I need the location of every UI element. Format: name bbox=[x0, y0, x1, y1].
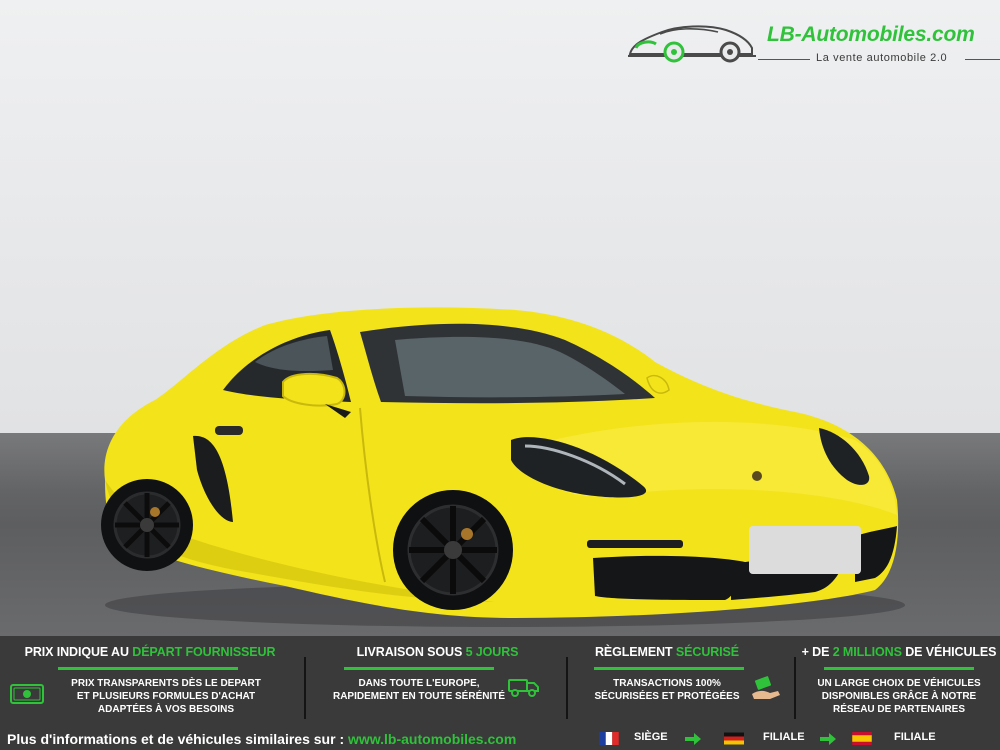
divider bbox=[566, 657, 568, 719]
delivery-truck-icon bbox=[508, 679, 539, 697]
location-label: FILIALE bbox=[894, 731, 936, 743]
feature-title: PRIX INDIQUE AU DÉPART FOURNISSEUR bbox=[24, 645, 276, 659]
feature-title: LIVRAISON SOUS 5 JOURS bbox=[356, 645, 519, 659]
website-link[interactable]: www.lb-automobiles.com bbox=[348, 731, 516, 747]
feature-description: PRIX TRANSPARENTS DÈS LE DEPART ET PLUSI… bbox=[71, 678, 261, 715]
france-flag-icon bbox=[599, 732, 619, 745]
location-label: FILIALE bbox=[763, 731, 805, 743]
feature-description: DANS TOUTE L'EUROPE, RAPIDEMENT EN TOUTE… bbox=[332, 678, 506, 702]
divider bbox=[304, 657, 306, 719]
more-info-text: Plus d'informations et de véhicules simi… bbox=[7, 731, 517, 747]
arrow-right-icon bbox=[820, 733, 836, 745]
feature-title: + DE 2 MILLIONS DE VÉHICULES bbox=[801, 645, 997, 659]
location-label: SIÈGE bbox=[634, 731, 668, 743]
car-logo-icon bbox=[628, 25, 756, 63]
feature-vehicle-choice: + DE 2 MILLIONS DE VÉHICULES UN LARGE CH… bbox=[798, 636, 1000, 724]
secure-payment-icon bbox=[752, 676, 780, 699]
brand-name: LB-Automobiles.com bbox=[767, 23, 975, 46]
feature-description: TRANSACTIONS 100% SÉCURISÉES ET PROTÉGÉE… bbox=[594, 678, 740, 702]
germany-flag-icon bbox=[724, 732, 744, 745]
feature-supplier-price: PRIX INDIQUE AU DÉPART FOURNISSEUR PRIX … bbox=[0, 636, 300, 724]
money-icon bbox=[10, 684, 44, 704]
brand-tagline: La vente automobile 2.0 bbox=[816, 52, 948, 64]
feature-title: RÈGLEMENT SÉCURISÉ bbox=[594, 645, 740, 659]
divider bbox=[794, 657, 796, 719]
spain-flag-icon bbox=[852, 732, 872, 745]
feature-delivery: LIVRAISON SOUS 5 JOURS DANS TOUTE L'EURO… bbox=[310, 636, 565, 724]
brand-logo[interactable]: LB-Automobiles.com La vente automobile 2… bbox=[626, 22, 1000, 68]
vehicle-photo: LB-Automobiles.com La vente automobile 2… bbox=[0, 0, 1000, 636]
info-banner: PRIX INDIQUE AU DÉPART FOURNISSEUR PRIX … bbox=[0, 636, 1000, 750]
arrow-right-icon bbox=[685, 733, 701, 745]
feature-description: UN LARGE CHOIX DE VÉHICULES DISPONIBLES … bbox=[817, 678, 981, 715]
feature-secure-payment: RÈGLEMENT SÉCURISÉ TRANSACTIONS 100% SÉC… bbox=[572, 636, 792, 724]
yellow-sports-car bbox=[101, 307, 905, 627]
